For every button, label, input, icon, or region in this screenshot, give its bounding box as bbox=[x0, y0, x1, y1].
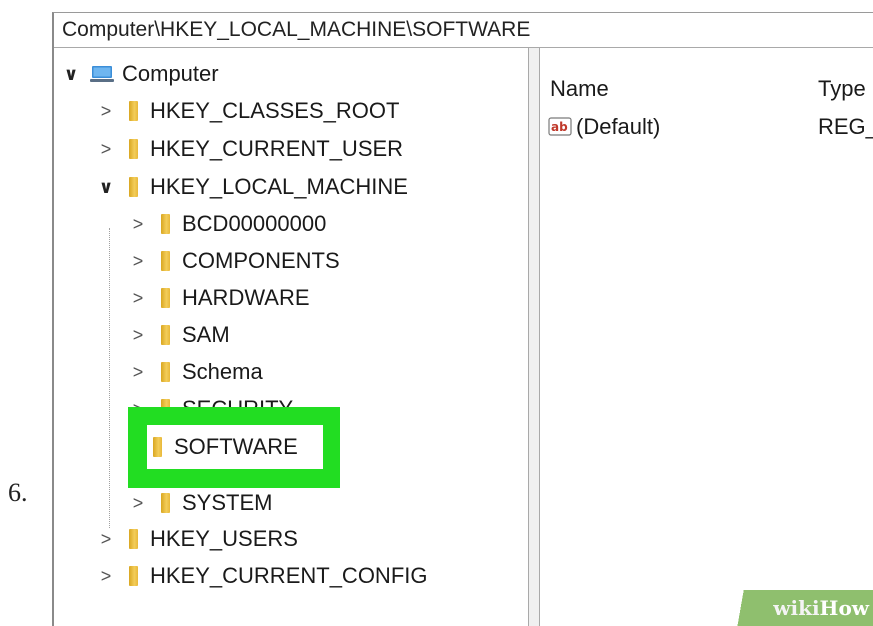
folder-icon bbox=[161, 288, 170, 308]
chevron-right-icon[interactable]: > bbox=[129, 251, 147, 272]
chevron-right-icon[interactable]: > bbox=[129, 325, 147, 346]
chevron-right-icon[interactable]: > bbox=[97, 529, 115, 550]
folder-icon bbox=[129, 566, 138, 586]
tree-node-label: HARDWARE bbox=[182, 285, 310, 310]
value-name: (Default) bbox=[576, 114, 661, 139]
folder-icon bbox=[153, 437, 162, 457]
folder-icon bbox=[161, 325, 170, 345]
pane-splitter[interactable] bbox=[529, 48, 540, 626]
tree-node-hardware[interactable]: > HARDWARE bbox=[129, 280, 310, 316]
chevron-right-icon[interactable]: > bbox=[129, 214, 147, 235]
tree-node-label: HKEY_CURRENT_USER bbox=[150, 136, 404, 161]
tree-node-label: HKEY_CLASSES_ROOT bbox=[150, 98, 400, 123]
tree-node-hkey-classes-root[interactable]: > HKEY_CLASSES_ROOT bbox=[97, 93, 400, 129]
chevron-right-icon[interactable]: > bbox=[97, 139, 115, 160]
tree-node-label: SOFTWARE bbox=[174, 434, 298, 459]
watermark-wiki: wiki bbox=[773, 596, 820, 620]
tree-node-label: COMPONENTS bbox=[182, 248, 340, 273]
tree-pane: ∨ Computer > HKEY_CLASSES_ROOT > HKEY_CU… bbox=[54, 48, 529, 626]
tree-node-software[interactable]: SOFTWARE bbox=[147, 425, 323, 469]
tree-node-label: HKEY_CURRENT_CONFIG bbox=[150, 563, 428, 588]
tree-node-label: BCD00000000 bbox=[182, 211, 327, 236]
tree-node-hkey-local-machine[interactable]: ∨ HKEY_LOCAL_MACHINE bbox=[97, 169, 408, 205]
column-header-type[interactable]: Type bbox=[818, 76, 866, 102]
selected-node-highlight: SOFTWARE bbox=[128, 407, 340, 488]
tree-node-schema[interactable]: > Schema bbox=[129, 354, 263, 390]
tree-node-components[interactable]: > COMPONENTS bbox=[129, 243, 340, 279]
folder-icon bbox=[129, 101, 138, 121]
tree-node-hkey-current-config[interactable]: > HKEY_CURRENT_CONFIG bbox=[97, 558, 428, 594]
tree-node-label: SYSTEM bbox=[182, 490, 273, 515]
tree-node-computer[interactable]: ∨ Computer bbox=[62, 56, 219, 92]
chevron-right-icon[interactable]: > bbox=[129, 362, 147, 383]
chevron-right-icon[interactable]: > bbox=[97, 101, 115, 122]
watermark-how: How bbox=[819, 596, 869, 620]
tree-node-label: Schema bbox=[182, 359, 263, 384]
folder-icon bbox=[161, 251, 170, 271]
tree-node-label: HKEY_USERS bbox=[150, 526, 298, 551]
chevron-right-icon[interactable]: > bbox=[97, 566, 115, 587]
values-list-pane: Name Type ab (Default) REG_SZ wiki How bbox=[540, 48, 873, 626]
tree-node-system[interactable]: > SYSTEM bbox=[129, 485, 273, 521]
tree-node-hkey-users[interactable]: > HKEY_USERS bbox=[97, 521, 298, 557]
folder-icon bbox=[129, 139, 138, 159]
value-type: REG_SZ bbox=[818, 114, 873, 139]
tree-node-sam[interactable]: > SAM bbox=[129, 317, 230, 353]
step-number: 6. bbox=[8, 478, 28, 507]
tree-node-bcd[interactable]: > BCD00000000 bbox=[129, 206, 327, 242]
list-item[interactable]: ab (Default) REG_SZ bbox=[548, 114, 873, 140]
computer-icon bbox=[90, 64, 114, 84]
tree-guide-line bbox=[109, 228, 110, 528]
tree-node-label: SAM bbox=[182, 322, 230, 347]
chevron-right-icon[interactable]: > bbox=[129, 288, 147, 309]
chevron-down-icon[interactable]: ∨ bbox=[97, 177, 115, 198]
chevron-down-icon[interactable]: ∨ bbox=[62, 64, 80, 85]
address-bar[interactable]: Computer\HKEY_LOCAL_MACHINE\SOFTWARE bbox=[54, 13, 873, 48]
tree-node-label: HKEY_LOCAL_MACHINE bbox=[150, 174, 408, 199]
folder-icon bbox=[129, 177, 138, 197]
folder-icon bbox=[161, 362, 170, 382]
folder-icon bbox=[161, 214, 170, 234]
folder-icon bbox=[129, 529, 138, 549]
tree-node-label: Computer bbox=[122, 61, 219, 86]
tree-node-hkey-current-user[interactable]: > HKEY_CURRENT_USER bbox=[97, 131, 403, 167]
chevron-right-icon[interactable]: > bbox=[129, 493, 147, 514]
folder-icon bbox=[161, 493, 170, 513]
svg-text:ab: ab bbox=[551, 120, 568, 134]
registry-editor-window: Computer\HKEY_LOCAL_MACHINE\SOFTWARE ∨ C… bbox=[52, 12, 873, 626]
wikihow-watermark: wiki How bbox=[725, 590, 873, 626]
column-header-name[interactable]: Name bbox=[550, 76, 609, 102]
string-value-icon: ab bbox=[548, 116, 574, 138]
